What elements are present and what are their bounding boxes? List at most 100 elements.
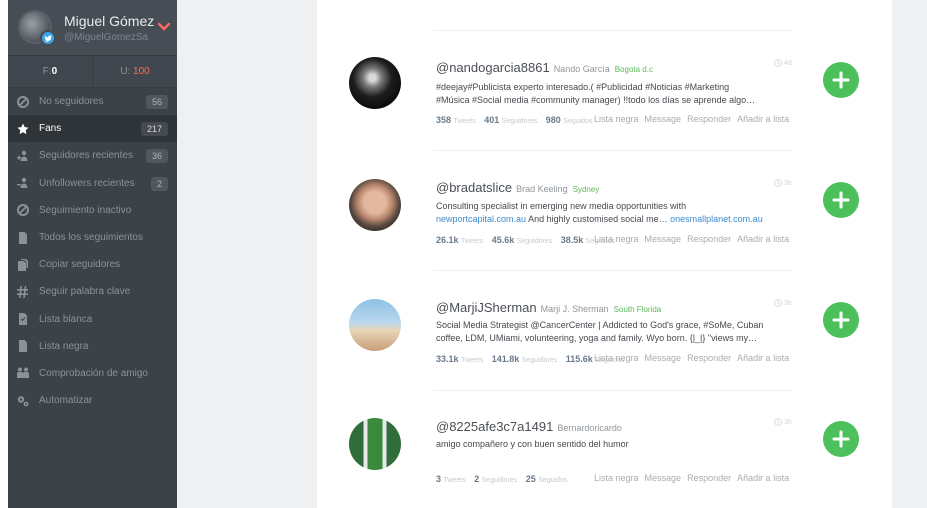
sidebar-item-todos-los-seguimientos[interactable]: Todos los seguimientos bbox=[8, 224, 177, 251]
followers-count: 2 bbox=[474, 474, 480, 484]
sidebar-item-label: Seguir palabra clave bbox=[39, 286, 131, 298]
time-ago: 3h bbox=[774, 179, 794, 187]
bio-line: #deejay#Publicista experto interesado.( … bbox=[436, 82, 730, 92]
add-to-list-link[interactable]: Añadir a lista bbox=[737, 114, 789, 124]
user-avatar[interactable] bbox=[349, 299, 401, 351]
app-window: Miguel Gómez @MiguelGomezSa F:0 U: 100 N… bbox=[0, 0, 927, 508]
user-stats: 358 Tweets 401 Seguidores 980 Seguidos bbox=[436, 115, 598, 125]
message-link[interactable]: Message bbox=[645, 473, 682, 483]
sidebar-item-label: Seguimiento inactivo bbox=[39, 204, 132, 216]
user-handle[interactable]: @MarjiJSherman bbox=[436, 300, 537, 315]
user-avatar[interactable] bbox=[349, 179, 401, 231]
blacklist-link[interactable]: Lista negra bbox=[594, 114, 639, 124]
plus-icon bbox=[832, 71, 850, 89]
fans-list: @nandogarcia8861 Nando García Bogota d.c 4… bbox=[317, 0, 892, 508]
sidebar-item-automatizar[interactable]: Automatizar bbox=[8, 387, 177, 414]
plus-icon bbox=[832, 311, 850, 329]
sidebar-item-lista-blanca[interactable]: Lista blanca bbox=[8, 306, 177, 333]
users-icon bbox=[17, 367, 29, 379]
time-ago: 3h bbox=[774, 299, 794, 307]
following-count: 115.6k bbox=[565, 354, 593, 364]
user-location: Bogota d.c bbox=[614, 65, 653, 74]
blacklist-link[interactable]: Lista negra bbox=[594, 234, 639, 244]
message-link[interactable]: Message bbox=[645, 114, 682, 124]
follow-button[interactable] bbox=[823, 302, 859, 338]
tweets-label: Tweets bbox=[461, 357, 484, 364]
reply-link[interactable]: Responder bbox=[687, 473, 731, 483]
hashtag-icon bbox=[17, 285, 29, 298]
following-count: 25 bbox=[525, 474, 536, 484]
profile-header[interactable]: Miguel Gómez @MiguelGomezSa bbox=[8, 0, 177, 55]
blacklist-link[interactable]: Lista negra bbox=[594, 473, 639, 483]
f-count: F:0 bbox=[8, 56, 92, 87]
star-icon bbox=[17, 123, 29, 135]
followers-label: Seguidores bbox=[516, 238, 553, 245]
bio-line: amigo compañero y con buen sentido del h… bbox=[436, 439, 629, 449]
count-badge: 56 bbox=[145, 95, 168, 109]
document-icon bbox=[17, 231, 29, 244]
user-avatar[interactable] bbox=[349, 57, 401, 109]
add-to-list-link[interactable]: Añadir a lista bbox=[737, 473, 789, 483]
chevron-down-icon[interactable] bbox=[157, 22, 171, 32]
add-to-list-link[interactable]: Añadir a lista bbox=[737, 234, 789, 244]
sidebar-item-label: No seguidores bbox=[39, 96, 104, 108]
divider bbox=[433, 270, 793, 271]
tweets-count: 26.1k bbox=[436, 235, 459, 245]
reply-link[interactable]: Responder bbox=[687, 114, 731, 124]
bio-line: #Música #Social media #community manager… bbox=[436, 95, 756, 105]
following-count: 980 bbox=[545, 115, 561, 125]
user-handle[interactable]: @bradatslice bbox=[436, 180, 512, 195]
bio-link[interactable]: newportcapital.com.au bbox=[436, 214, 526, 224]
sidebar-item-label: Unfollowers recientes bbox=[39, 177, 135, 189]
tweets-label: Tweets bbox=[461, 238, 484, 245]
user-bio: Social Media Strategist @CancerCenter | … bbox=[436, 319, 781, 345]
sidebar-item-label: Copiar seguidores bbox=[39, 259, 121, 271]
follow-counts: F:0 U: 100 bbox=[8, 55, 177, 88]
right-gutter bbox=[892, 0, 927, 508]
sidebar-item-seguir-palabra-clave[interactable]: Seguir palabra clave bbox=[8, 278, 177, 305]
message-link[interactable]: Message bbox=[645, 353, 682, 363]
user-handle-row: @MarjiJSherman Marji J. Sherman South Flor… bbox=[436, 300, 661, 315]
tweets-count: 33.1k bbox=[436, 354, 459, 364]
sidebar-item-comprobacion-de-amigo[interactable]: Comprobación de amigo bbox=[8, 360, 177, 387]
sidebar-item-no-seguidores[interactable]: No seguidores 56 bbox=[8, 88, 177, 115]
count-badge: 2 bbox=[150, 176, 168, 191]
sidebar-item-copiar-seguidores[interactable]: Copiar seguidores bbox=[8, 251, 177, 278]
time-ago: 4d bbox=[774, 59, 794, 67]
user-handle[interactable]: @nandogarcia8861 bbox=[436, 60, 550, 75]
reply-link[interactable]: Responder bbox=[687, 353, 731, 363]
sidebar-item-label: Comprobación de amigo bbox=[39, 367, 148, 379]
sidebar-item-label: Todos los seguimientos bbox=[39, 232, 143, 244]
list-check-icon bbox=[17, 313, 29, 326]
follow-button[interactable] bbox=[823, 182, 859, 218]
sidebar-item-unfollowers-recientes[interactable]: Unfollowers recientes 2 bbox=[8, 170, 177, 197]
add-to-list-link[interactable]: Añadir a lista bbox=[737, 353, 789, 363]
user-add-icon bbox=[17, 150, 29, 162]
following-label: Seguidos bbox=[538, 477, 568, 484]
follow-button[interactable] bbox=[823, 62, 859, 98]
user-avatar[interactable] bbox=[349, 418, 401, 470]
sidebar-nav: No seguidores 56 Fans 217 Seguidores rec… bbox=[8, 88, 177, 414]
message-link[interactable]: Message bbox=[645, 234, 682, 244]
sidebar-item-fans[interactable]: Fans 217 bbox=[8, 115, 177, 143]
sidebar-item-label: Fans bbox=[39, 123, 62, 135]
time-ago: 3h bbox=[774, 418, 794, 426]
divider bbox=[433, 390, 793, 391]
sidebar-item-lista-negra[interactable]: Lista negra bbox=[8, 333, 177, 360]
u-count: U: 100 bbox=[92, 56, 177, 87]
bio-line: coffee, ĿDM, UMiami, volunteering, yoga … bbox=[436, 333, 758, 343]
follow-button[interactable] bbox=[823, 421, 859, 457]
sidebar-item-seguidores-recientes[interactable]: Seguidores recientes 36 bbox=[8, 142, 177, 169]
sidebar-item-label: Lista blanca bbox=[39, 313, 93, 325]
sidebar-item-seguimiento-inactivo[interactable]: Seguimiento inactivo bbox=[8, 197, 177, 224]
bio-link[interactable]: onesmallplanet.com.au bbox=[670, 214, 763, 224]
divider bbox=[433, 30, 793, 31]
user-real-name: Bernardoricardo bbox=[557, 423, 622, 433]
following-label: Seguidos bbox=[563, 118, 593, 125]
user-handle[interactable]: @8225afe3c7a1491 bbox=[436, 419, 553, 434]
user-location: South Florida bbox=[613, 305, 662, 314]
reply-link[interactable]: Responder bbox=[687, 234, 731, 244]
profile-name: Miguel Gómez bbox=[64, 13, 155, 29]
user-handle-row: @8225afe3c7a1491 Bernardoricardo bbox=[436, 419, 622, 434]
blacklist-link[interactable]: Lista negra bbox=[594, 353, 639, 363]
